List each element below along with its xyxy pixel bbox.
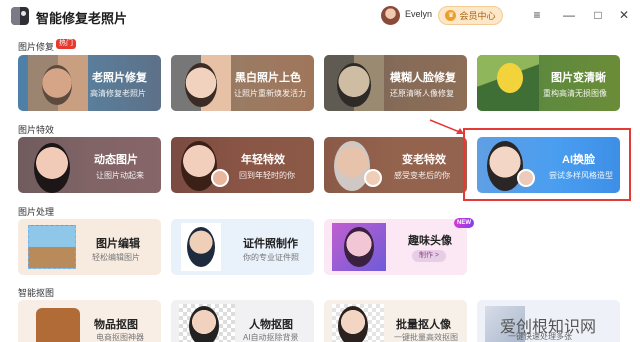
app-logo-icon	[11, 7, 29, 25]
card-sub: 你的专业证件照	[243, 253, 299, 262]
young-preview-avatar	[211, 169, 229, 187]
title-bar: 智能修复老照片 Evelyn ♛ 会员中心 ≡ — □ ✕	[0, 0, 640, 31]
annotation-highlight-box	[463, 128, 631, 201]
card-sub: 感受变老后的你	[394, 171, 450, 180]
app-title: 智能修复老照片	[36, 11, 128, 26]
card-sub: 轻松编辑图片	[92, 253, 140, 262]
card-sub: 一键批量高效抠图	[394, 333, 458, 342]
username-label[interactable]: Evelyn	[405, 9, 432, 19]
card-id-photo[interactable]: 证件照制作 你的专业证件照	[171, 219, 314, 275]
card-batch-portrait-cutout[interactable]: 批量抠人像 一键批量高效抠图	[324, 300, 467, 342]
card-sub: 让照片重新焕发活力	[234, 89, 306, 98]
crown-icon: ♛	[445, 10, 457, 21]
new-badge: NEW	[454, 218, 474, 228]
card-person-cutout[interactable]: 人物抠图 AI自动抠除背景	[171, 300, 314, 342]
section-title-processing: 图片处理	[18, 207, 55, 217]
minimize-icon[interactable]: —	[561, 7, 577, 23]
card-object-cutout[interactable]: 物品抠图 电商抠图神器	[18, 300, 161, 342]
card-old-effect[interactable]: 变老特效 感受变老后的你	[324, 137, 467, 193]
section-title-repair: 图片修复	[18, 42, 55, 52]
card-motion-photo[interactable]: 动态图片 让图片动起来	[18, 137, 161, 193]
card-label: 批量抠人像	[396, 319, 451, 331]
close-icon[interactable]: ✕	[616, 7, 632, 23]
card-label: 图片变清晰	[551, 72, 606, 84]
user-avatar[interactable]	[381, 6, 400, 25]
maximize-icon[interactable]: □	[590, 7, 606, 23]
tulip-icon	[497, 63, 523, 93]
card-face-repair[interactable]: 模糊人脸修复 还原清晰人像修复	[324, 55, 467, 111]
card-fun-avatar[interactable]: 趣味头像 制作 >	[324, 219, 467, 275]
card-label: 证件照制作	[243, 238, 298, 250]
watermark-sub: 一键快速处理多张	[508, 332, 572, 341]
card-sub: 还原清晰人像修复	[390, 89, 454, 98]
card-label: 变老特效	[402, 154, 446, 166]
card-sub: 高清修复老照片	[90, 89, 146, 98]
old-preview-avatar	[364, 169, 382, 187]
card-label: 趣味头像	[408, 235, 452, 247]
card-label: 黑白照片上色	[235, 72, 301, 84]
card-sharpen[interactable]: 图片变清晰 重构高清无损图像	[477, 55, 620, 111]
card-sub: 回到年轻时的你	[239, 171, 295, 180]
vip-center-label: 会员中心	[459, 11, 496, 21]
card-sub: 重构高清无损图像	[543, 89, 607, 98]
hot-badge: 热门	[56, 39, 76, 49]
menu-icon[interactable]: ≡	[529, 7, 545, 23]
annotation-arrow-icon	[429, 119, 464, 134]
card-label: 老照片修复	[92, 72, 147, 84]
make-button[interactable]: 制作 >	[412, 250, 446, 262]
vip-center-button[interactable]: ♛ 会员中心	[438, 6, 503, 25]
card-image-edit-image	[28, 225, 76, 269]
card-label: 动态图片	[94, 154, 138, 166]
card-sub: 电商抠图神器	[96, 333, 144, 342]
card-sub: 让图片动起来	[96, 171, 144, 180]
card-label: 人物抠图	[249, 319, 293, 331]
card-image-edit[interactable]: 图片编辑 轻松编辑图片	[18, 219, 161, 275]
card-young-effect[interactable]: 年轻特效 回到年轻时的你	[171, 137, 314, 193]
card-label: 物品抠图	[94, 319, 138, 331]
section-title-cutout: 智能抠图	[18, 288, 55, 298]
card-label: 模糊人脸修复	[390, 72, 456, 84]
card-sub: AI自动抠除背景	[243, 333, 299, 342]
card-label: 年轻特效	[241, 154, 285, 166]
section-title-effects: 图片特效	[18, 125, 55, 135]
handbag-icon	[36, 308, 80, 342]
card-label: 图片编辑	[96, 238, 140, 250]
card-old-photo-repair[interactable]: 老照片修复 高清修复老照片	[18, 55, 161, 111]
card-colorize[interactable]: 黑白照片上色 让照片重新焕发活力	[171, 55, 314, 111]
